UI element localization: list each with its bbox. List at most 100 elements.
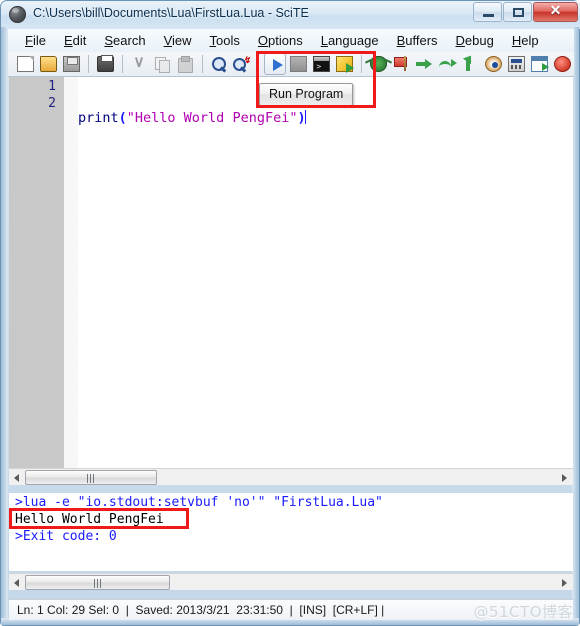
scroll-right-arrow-icon[interactable] — [557, 470, 573, 485]
text-caret — [304, 110, 306, 124]
toolbar-separator — [258, 55, 260, 73]
debug-bug-icon — [370, 56, 388, 72]
open-file-button[interactable] — [37, 53, 59, 75]
new-file-icon — [17, 56, 34, 72]
window-border-right — [572, 27, 579, 625]
debug-button[interactable] — [367, 53, 389, 75]
copy-icon — [154, 56, 171, 73]
scite-globe-icon — [9, 6, 26, 23]
step-over-button[interactable] — [436, 53, 458, 75]
editor-hscroll-thumb[interactable] — [25, 469, 157, 485]
menu-item-language[interactable]: Language — [312, 31, 388, 50]
window-controls: ✕ — [473, 2, 578, 22]
save-file-icon — [62, 56, 80, 72]
title-bar[interactable]: C:\Users\bill\Documents\Lua\FirstLua.Lua… — [1, 1, 580, 29]
step-into-arrow-icon — [416, 56, 433, 72]
print-icon — [96, 55, 114, 72]
new-file-button[interactable] — [14, 53, 36, 75]
open-file-icon — [39, 56, 57, 72]
run-program-icon — [268, 57, 285, 73]
output-hscroll-track[interactable] — [170, 575, 557, 590]
window-border-left — [1, 27, 8, 625]
output-hscrollbar[interactable] — [9, 573, 573, 590]
step-into-button[interactable] — [413, 53, 435, 75]
code-text-area[interactable]: print("Hello World PengFei") — [78, 77, 573, 468]
toolbar-separator — [361, 55, 363, 73]
menu-item-options[interactable]: Options — [249, 31, 312, 50]
scroll-left-arrow-icon[interactable] — [9, 470, 25, 485]
cancel-icon — [553, 56, 571, 72]
menu-item-buffers[interactable]: Buffers — [388, 31, 447, 50]
line-number: 1 — [48, 79, 56, 94]
build-icon — [336, 56, 355, 73]
cut-button[interactable] — [128, 53, 150, 75]
step-out-icon — [462, 56, 479, 72]
build-button[interactable] — [333, 53, 355, 75]
go-to-icon — [530, 56, 549, 72]
code-editor[interactable]: 1 2 print("Hello World PengFei") — [9, 77, 573, 468]
menu-item-debug[interactable]: Debug — [447, 31, 503, 50]
evaluate-button[interactable] — [505, 53, 527, 75]
toolbar-separator — [201, 55, 203, 73]
paste-button[interactable] — [174, 53, 196, 75]
watch-eye-icon — [485, 56, 503, 72]
step-over-icon — [439, 56, 458, 72]
line-number: 2 — [48, 96, 56, 111]
run-program-button[interactable] — [264, 53, 287, 75]
code-token-function: print — [78, 110, 119, 126]
replace-button[interactable]: ↯ — [230, 53, 252, 75]
code-token-paren: ( — [118, 110, 127, 126]
menu-item-help[interactable]: Help — [503, 31, 548, 50]
scroll-left-arrow-icon[interactable] — [9, 575, 25, 590]
replace-icon: ↯ — [233, 55, 250, 72]
menu-bar: File Edit Search View Tools Options Lang… — [8, 29, 574, 52]
output-line: >Exit code: 0 — [15, 529, 117, 544]
minimize-button[interactable] — [473, 2, 502, 22]
close-icon: ✕ — [549, 4, 562, 19]
save-file-button[interactable] — [60, 53, 82, 75]
toolbar-separator — [87, 55, 89, 73]
menu-item-file[interactable]: File — [16, 31, 55, 50]
close-button[interactable]: ✕ — [533, 2, 578, 22]
menu-item-tools[interactable]: Tools — [201, 31, 249, 50]
status-bar-text: Ln: 1 Col: 29 Sel: 0 | Saved: 2013/3/21 … — [17, 603, 385, 617]
minimize-icon — [483, 14, 494, 17]
watermark: @51CTO博客 — [473, 603, 573, 621]
scroll-right-arrow-icon[interactable] — [557, 575, 573, 590]
console-icon — [313, 56, 331, 72]
editor-hscroll-track[interactable] — [157, 470, 557, 485]
go-to-button[interactable] — [528, 53, 550, 75]
print-button[interactable] — [94, 53, 116, 75]
scroll-grip-icon — [87, 473, 95, 483]
run-program-tooltip: Run Program — [259, 83, 354, 106]
code-line: print("Hello World PengFei") — [78, 110, 573, 127]
scite-window: C:\Users\bill\Documents\Lua\FirstLua.Lua… — [0, 0, 580, 626]
maximize-icon — [513, 8, 524, 17]
step-out-button[interactable] — [459, 53, 481, 75]
output-pane[interactable]: >lua -e "io.stdout:setvbuf 'no'" "FirstL… — [9, 493, 573, 571]
code-token-string: "Hello World PengFei" — [126, 110, 298, 126]
toolbar: ↯ — [8, 52, 574, 77]
console-button[interactable] — [310, 53, 332, 75]
output-hscroll-thumb[interactable] — [25, 574, 170, 590]
paste-icon — [177, 56, 194, 73]
breakpoint-button[interactable] — [390, 53, 412, 75]
copy-button[interactable] — [151, 53, 173, 75]
menu-item-search[interactable]: Search — [95, 31, 154, 50]
calculator-icon — [507, 56, 525, 72]
cancel-button[interactable] — [551, 53, 573, 75]
find-icon — [211, 56, 228, 72]
menu-item-edit[interactable]: Edit — [55, 31, 95, 50]
find-button[interactable] — [208, 53, 230, 75]
cut-icon — [131, 56, 148, 72]
editor-hscrollbar[interactable] — [9, 468, 573, 485]
breakpoint-flag-icon — [393, 56, 410, 72]
menu-item-view[interactable]: View — [155, 31, 201, 50]
fold-margin[interactable] — [64, 77, 78, 468]
watch-button[interactable] — [482, 53, 504, 75]
stop-execution-button[interactable] — [287, 53, 309, 75]
output-line: Hello World PengFei — [15, 512, 164, 527]
window-title: C:\Users\bill\Documents\Lua\FirstLua.Lua… — [33, 6, 309, 20]
maximize-button[interactable] — [503, 2, 532, 22]
